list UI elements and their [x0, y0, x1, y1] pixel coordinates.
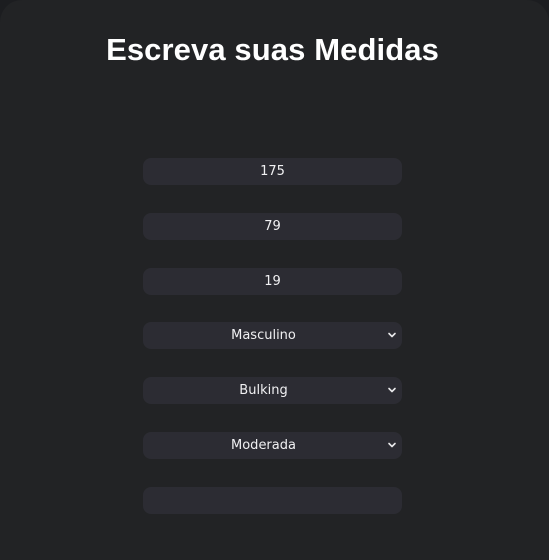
extra-input[interactable] — [143, 487, 402, 514]
goal-select-value: Bulking — [239, 383, 288, 398]
weight-input[interactable]: 79 — [143, 213, 402, 240]
page-title: Escreva suas Medidas — [106, 32, 439, 67]
chevron-down-icon — [388, 332, 396, 338]
chevron-down-icon — [388, 387, 396, 393]
sex-select-value: Masculino — [231, 328, 296, 343]
activity-select-value: Moderada — [231, 438, 296, 453]
sex-select[interactable]: Masculino — [143, 322, 402, 349]
goal-select[interactable]: Bulking — [143, 377, 402, 404]
activity-select[interactable]: Moderada — [143, 432, 402, 459]
chevron-down-icon — [388, 442, 396, 448]
height-input[interactable]: 175 — [143, 158, 402, 185]
measurements-card: Escreva suas Medidas 175 79 19 Masculino… — [0, 0, 549, 560]
age-input[interactable]: 19 — [143, 268, 402, 295]
